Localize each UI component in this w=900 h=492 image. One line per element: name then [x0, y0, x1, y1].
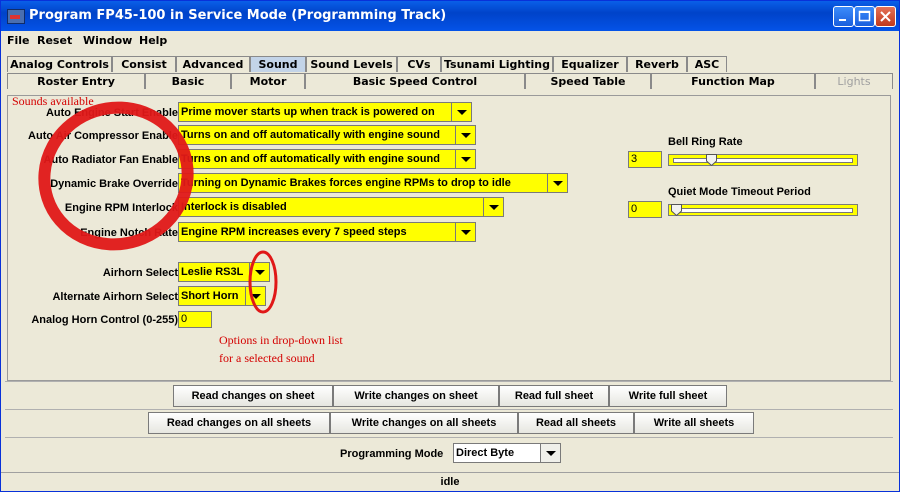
tab-analog-controls[interactable]: Analog Controls	[7, 56, 112, 72]
close-icon[interactable]	[875, 6, 896, 27]
tab-sound[interactable]: Sound	[250, 56, 306, 72]
tab-consist[interactable]: Consist	[112, 56, 176, 72]
tab-lights[interactable]: Lights	[815, 73, 893, 89]
minimize-icon[interactable]	[833, 6, 854, 27]
tab-asc[interactable]: ASC	[687, 56, 727, 72]
sounds-circle	[38, 101, 194, 251]
tab-function-map[interactable]: Function Map	[651, 73, 815, 89]
tab-equalizer[interactable]: Equalizer	[553, 56, 627, 72]
read-changes-on-all-sheets-button[interactable]: Read changes on all sheets	[148, 412, 330, 434]
tab-reverb[interactable]: Reverb	[627, 56, 687, 72]
app-icon	[7, 9, 25, 24]
tab-roster-entry[interactable]: Roster Entry	[7, 73, 145, 89]
read-full-sheet-button[interactable]: Read full sheet	[499, 385, 609, 407]
tab-speed-table[interactable]: Speed Table	[525, 73, 651, 89]
menu-bar: File Reset Window Help	[1, 32, 899, 50]
menu-file[interactable]: File	[7, 34, 30, 47]
separator	[5, 409, 893, 410]
separator	[5, 437, 893, 438]
tab-cvs[interactable]: CVs	[397, 56, 441, 72]
read-changes-on-sheet-button[interactable]: Read changes on sheet	[173, 385, 333, 407]
annotation-circles	[38, 101, 278, 314]
write-full-sheet-button[interactable]: Write full sheet	[609, 385, 727, 407]
maximize-icon[interactable]	[854, 6, 875, 27]
write-changes-on-sheet-button[interactable]: Write changes on sheet	[333, 385, 499, 407]
menu-help[interactable]: Help	[139, 34, 167, 47]
tab-basic[interactable]: Basic	[145, 73, 231, 89]
status-bar: idle	[1, 472, 899, 491]
menu-window[interactable]: Window	[83, 34, 132, 47]
main-window: Program FP45-100 in Service Mode (Progra…	[0, 0, 900, 492]
tab-tsunami-lighting[interactable]: Tsunami Lighting	[441, 56, 553, 72]
programming-mode-value: Direct Byte	[456, 447, 515, 459]
tab-motor[interactable]: Motor	[231, 73, 305, 89]
separator	[5, 381, 893, 382]
window-title: Program FP45-100 in Service Mode (Progra…	[29, 8, 447, 23]
tab-basic-speed-control[interactable]: Basic Speed Control	[305, 73, 525, 89]
write-all-sheets-button[interactable]: Write all sheets	[634, 412, 754, 434]
dropdown-circle	[248, 250, 278, 314]
title-bar[interactable]: Program FP45-100 in Service Mode (Progra…	[1, 1, 899, 31]
menu-reset[interactable]: Reset	[37, 34, 72, 47]
programming-mode-label: Programming Mode	[340, 448, 444, 460]
programming-mode-select[interactable]: Direct Byte	[453, 443, 561, 463]
read-all-sheets-button[interactable]: Read all sheets	[518, 412, 634, 434]
sound-panel: Sounds available Auto Engine Start Enabl…	[7, 94, 891, 381]
chevron-down-icon[interactable]	[540, 444, 560, 462]
write-changes-on-all-sheets-button[interactable]: Write changes on all sheets	[330, 412, 518, 434]
tab-sound-levels[interactable]: Sound Levels	[306, 56, 397, 72]
tab-advanced[interactable]: Advanced	[176, 56, 250, 72]
